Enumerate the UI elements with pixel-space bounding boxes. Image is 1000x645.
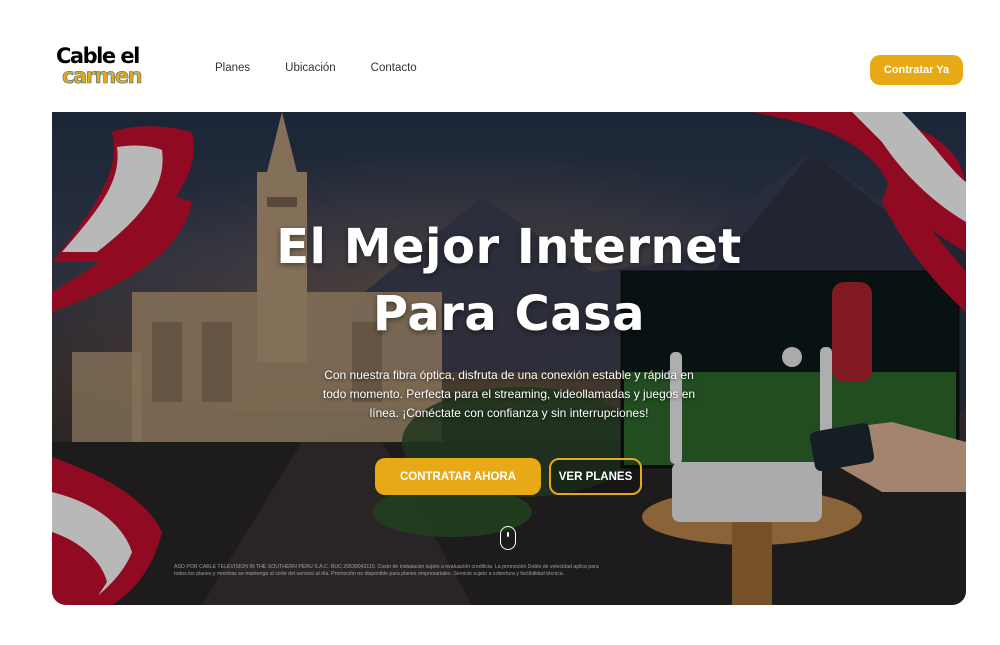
legal-fineprint: ASO POR CABLE TELEVISION IN THE SOUTHERN… — [174, 564, 599, 577]
ver-planes-button[interactable]: VER PLANES — [549, 458, 642, 495]
contratar-ahora-button[interactable]: CONTRATAR AHORA — [375, 458, 541, 495]
nav-link-planes[interactable]: Planes — [215, 62, 250, 74]
hero-title-line-1: El Mejor Internet — [276, 219, 742, 275]
brand-logo[interactable]: Cable el carmen — [56, 46, 143, 94]
hero-description: Con nuestra fibra óptica, disfruta de un… — [322, 368, 696, 420]
mouse-scroll-icon[interactable] — [500, 526, 516, 550]
hero-title-line-2: Para Casa — [372, 286, 646, 342]
contratar-ya-button[interactable]: Contratar Ya — [870, 55, 963, 85]
hero-banner: El Mejor Internet Para Casa Con nuestra … — [52, 112, 966, 605]
nav-link-contacto[interactable]: Contacto — [371, 62, 417, 74]
site-header: Cable el carmen Planes Ubicación Contact… — [0, 0, 1000, 112]
hero-title: El Mejor Internet Para Casa — [52, 214, 966, 348]
logo-line-2: carmen — [62, 64, 143, 88]
nav-link-ubicacion[interactable]: Ubicación — [285, 62, 336, 74]
main-nav: Planes Ubicación Contacto — [215, 62, 452, 74]
